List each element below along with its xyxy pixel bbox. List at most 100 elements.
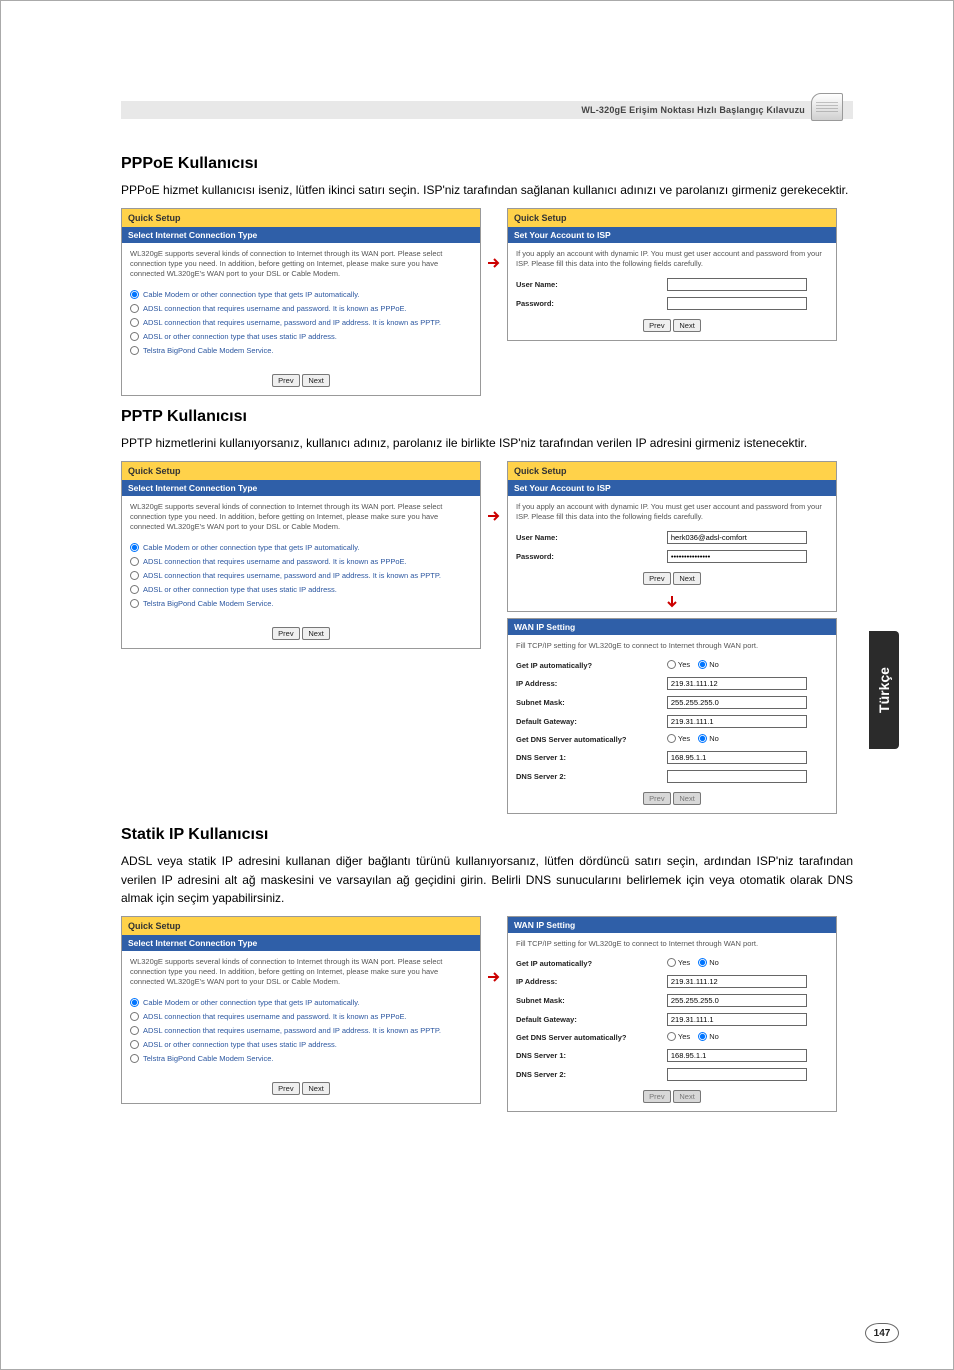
quicksetup-header: Quick Setup bbox=[508, 209, 836, 227]
guide-header: WL-320gE Erişim Noktası Hızlı Başlangıç … bbox=[121, 101, 853, 119]
password-input[interactable] bbox=[667, 297, 807, 310]
ip-label: IP Address: bbox=[508, 972, 659, 991]
wan-header: WAN IP Setting bbox=[508, 917, 836, 933]
getip-yes-radio[interactable]: Yes bbox=[667, 660, 690, 669]
quicksetup-blurb: WL320gE supports several kinds of connec… bbox=[122, 243, 480, 285]
isp-panel-filled: Quick Setup Set Your Account to ISP If y… bbox=[507, 461, 837, 612]
mask-label: Subnet Mask: bbox=[508, 991, 659, 1010]
password-label: Password: bbox=[508, 294, 659, 313]
conn-radio-pptp[interactable]: ADSL connection that requires username, … bbox=[130, 571, 472, 580]
conn-radio-pppoe[interactable]: ADSL connection that requires username a… bbox=[130, 1012, 472, 1021]
getdns-yes-radio[interactable]: Yes bbox=[667, 734, 690, 743]
quicksetup-header: Quick Setup bbox=[122, 917, 480, 935]
section-pppoe-lead: PPPoE hizmet kullanıcısı iseniz, lütfen … bbox=[121, 181, 853, 200]
conn-radio-bigpond[interactable]: Telstra BigPond Cable Modem Service. bbox=[130, 1054, 472, 1063]
conn-radio-auto[interactable]: Cable Modem or other connection type tha… bbox=[130, 290, 472, 299]
dns1-input[interactable] bbox=[667, 1049, 807, 1062]
conn-radio-auto[interactable]: Cable Modem or other connection type tha… bbox=[130, 998, 472, 1007]
ip-input[interactable] bbox=[667, 975, 807, 988]
getdns-no-radio[interactable]: No bbox=[698, 1032, 719, 1041]
arrow-down-icon bbox=[508, 593, 836, 611]
username-label: User Name: bbox=[508, 528, 659, 547]
getip-yes-radio[interactable]: Yes bbox=[667, 958, 690, 967]
gw-input[interactable] bbox=[667, 715, 807, 728]
prev-button[interactable]: Prev bbox=[272, 374, 300, 387]
conn-radio-bigpond[interactable]: Telstra BigPond Cable Modem Service. bbox=[130, 599, 472, 608]
quicksetup-panel-3: Quick Setup Select Internet Connection T… bbox=[121, 916, 481, 1104]
conn-radio-pppoe-label: ADSL connection that requires username a… bbox=[143, 557, 407, 566]
conn-radio-pptp[interactable]: ADSL connection that requires username, … bbox=[130, 318, 472, 327]
section-static-title: Statik IP Kullanıcısı bbox=[121, 826, 853, 844]
getdns-no-radio[interactable]: No bbox=[698, 734, 719, 743]
dns1-label: DNS Server 1: bbox=[508, 748, 659, 767]
dns2-label: DNS Server 2: bbox=[508, 767, 659, 786]
dns2-input[interactable] bbox=[667, 770, 807, 783]
prev-button[interactable]: Prev bbox=[272, 627, 300, 640]
conn-radio-pppoe[interactable]: ADSL connection that requires username a… bbox=[130, 557, 472, 566]
guide-title: WL-320gE Erişim Noktası Hızlı Başlangıç … bbox=[581, 105, 805, 115]
dns2-input[interactable] bbox=[667, 1068, 807, 1081]
mask-input[interactable] bbox=[667, 994, 807, 1007]
conn-radio-bigpond-label: Telstra BigPond Cable Modem Service. bbox=[143, 599, 273, 608]
prev-button[interactable]: Prev bbox=[643, 319, 671, 332]
arrow-right-icon bbox=[487, 208, 501, 270]
conn-radio-pptp-label: ADSL connection that requires username, … bbox=[143, 1026, 441, 1035]
quicksetup-header: Quick Setup bbox=[122, 209, 480, 227]
section-pppoe-title: PPPoE Kullanıcısı bbox=[121, 155, 853, 173]
dns1-input[interactable] bbox=[667, 751, 807, 764]
password-input[interactable] bbox=[667, 550, 807, 563]
conn-radio-static[interactable]: ADSL or other connection type that uses … bbox=[130, 332, 472, 341]
guide-icon bbox=[811, 93, 843, 121]
next-button[interactable]: Next bbox=[302, 374, 330, 387]
section-pptp-lead: PPTP hizmetlerini kullanıyorsanız, kulla… bbox=[121, 434, 853, 453]
conn-radio-pppoe-label: ADSL connection that requires username a… bbox=[143, 304, 407, 313]
language-label: Türkçe bbox=[876, 667, 892, 713]
prev-button[interactable]: Prev bbox=[272, 1082, 300, 1095]
prev-button-disabled: Prev bbox=[643, 1090, 671, 1103]
quicksetup-panel-1: Quick Setup Select Internet Connection T… bbox=[121, 208, 481, 396]
next-button[interactable]: Next bbox=[302, 1082, 330, 1095]
next-button[interactable]: Next bbox=[673, 319, 701, 332]
conn-radio-static-label: ADSL or other connection type that uses … bbox=[143, 585, 337, 594]
page-number: 147 bbox=[865, 1323, 899, 1343]
no-label: No bbox=[709, 660, 719, 669]
arrow-right-icon bbox=[487, 916, 501, 984]
gw-input[interactable] bbox=[667, 1013, 807, 1026]
conn-radio-auto-label: Cable Modem or other connection type tha… bbox=[143, 290, 360, 299]
username-label: User Name: bbox=[508, 275, 659, 294]
mask-input[interactable] bbox=[667, 696, 807, 709]
conn-radio-static[interactable]: ADSL or other connection type that uses … bbox=[130, 1040, 472, 1049]
username-input[interactable] bbox=[667, 531, 807, 544]
conn-radio-static-label: ADSL or other connection type that uses … bbox=[143, 1040, 337, 1049]
select-type-header: Select Internet Connection Type bbox=[122, 480, 480, 496]
ip-label: IP Address: bbox=[508, 674, 659, 693]
conn-radio-auto[interactable]: Cable Modem or other connection type tha… bbox=[130, 543, 472, 552]
ip-input[interactable] bbox=[667, 677, 807, 690]
yes-label: Yes bbox=[678, 734, 690, 743]
conn-radio-static[interactable]: ADSL or other connection type that uses … bbox=[130, 585, 472, 594]
next-button[interactable]: Next bbox=[673, 572, 701, 585]
getip-no-radio[interactable]: No bbox=[698, 958, 719, 967]
wan-header: WAN IP Setting bbox=[508, 619, 836, 635]
section-static-lead: ADSL veya statik IP adresini kullanan di… bbox=[121, 852, 853, 908]
conn-radio-static-label: ADSL or other connection type that uses … bbox=[143, 332, 337, 341]
conn-radio-auto-label: Cable Modem or other connection type tha… bbox=[143, 998, 360, 1007]
isp-header: Set Your Account to ISP bbox=[508, 227, 836, 243]
getip-no-radio[interactable]: No bbox=[698, 660, 719, 669]
wan-blurb: Fill TCP/IP setting for WL320gE to conne… bbox=[508, 933, 836, 955]
select-type-header: Select Internet Connection Type bbox=[122, 227, 480, 243]
username-input[interactable] bbox=[667, 278, 807, 291]
isp-header: Set Your Account to ISP bbox=[508, 480, 836, 496]
conn-radio-pptp-label: ADSL connection that requires username, … bbox=[143, 571, 441, 580]
conn-radio-pptp-label: ADSL connection that requires username, … bbox=[143, 318, 441, 327]
language-tab: Türkçe bbox=[869, 631, 899, 749]
conn-radio-pptp[interactable]: ADSL connection that requires username, … bbox=[130, 1026, 472, 1035]
no-label: No bbox=[709, 1032, 719, 1041]
prev-button[interactable]: Prev bbox=[643, 572, 671, 585]
wan-blurb: Fill TCP/IP setting for WL320gE to conne… bbox=[508, 635, 836, 657]
conn-radio-pppoe[interactable]: ADSL connection that requires username a… bbox=[130, 304, 472, 313]
conn-radio-bigpond[interactable]: Telstra BigPond Cable Modem Service. bbox=[130, 346, 472, 355]
next-button[interactable]: Next bbox=[302, 627, 330, 640]
getdns-yes-radio[interactable]: Yes bbox=[667, 1032, 690, 1041]
isp-blurb: If you apply an account with dynamic IP.… bbox=[508, 243, 836, 275]
